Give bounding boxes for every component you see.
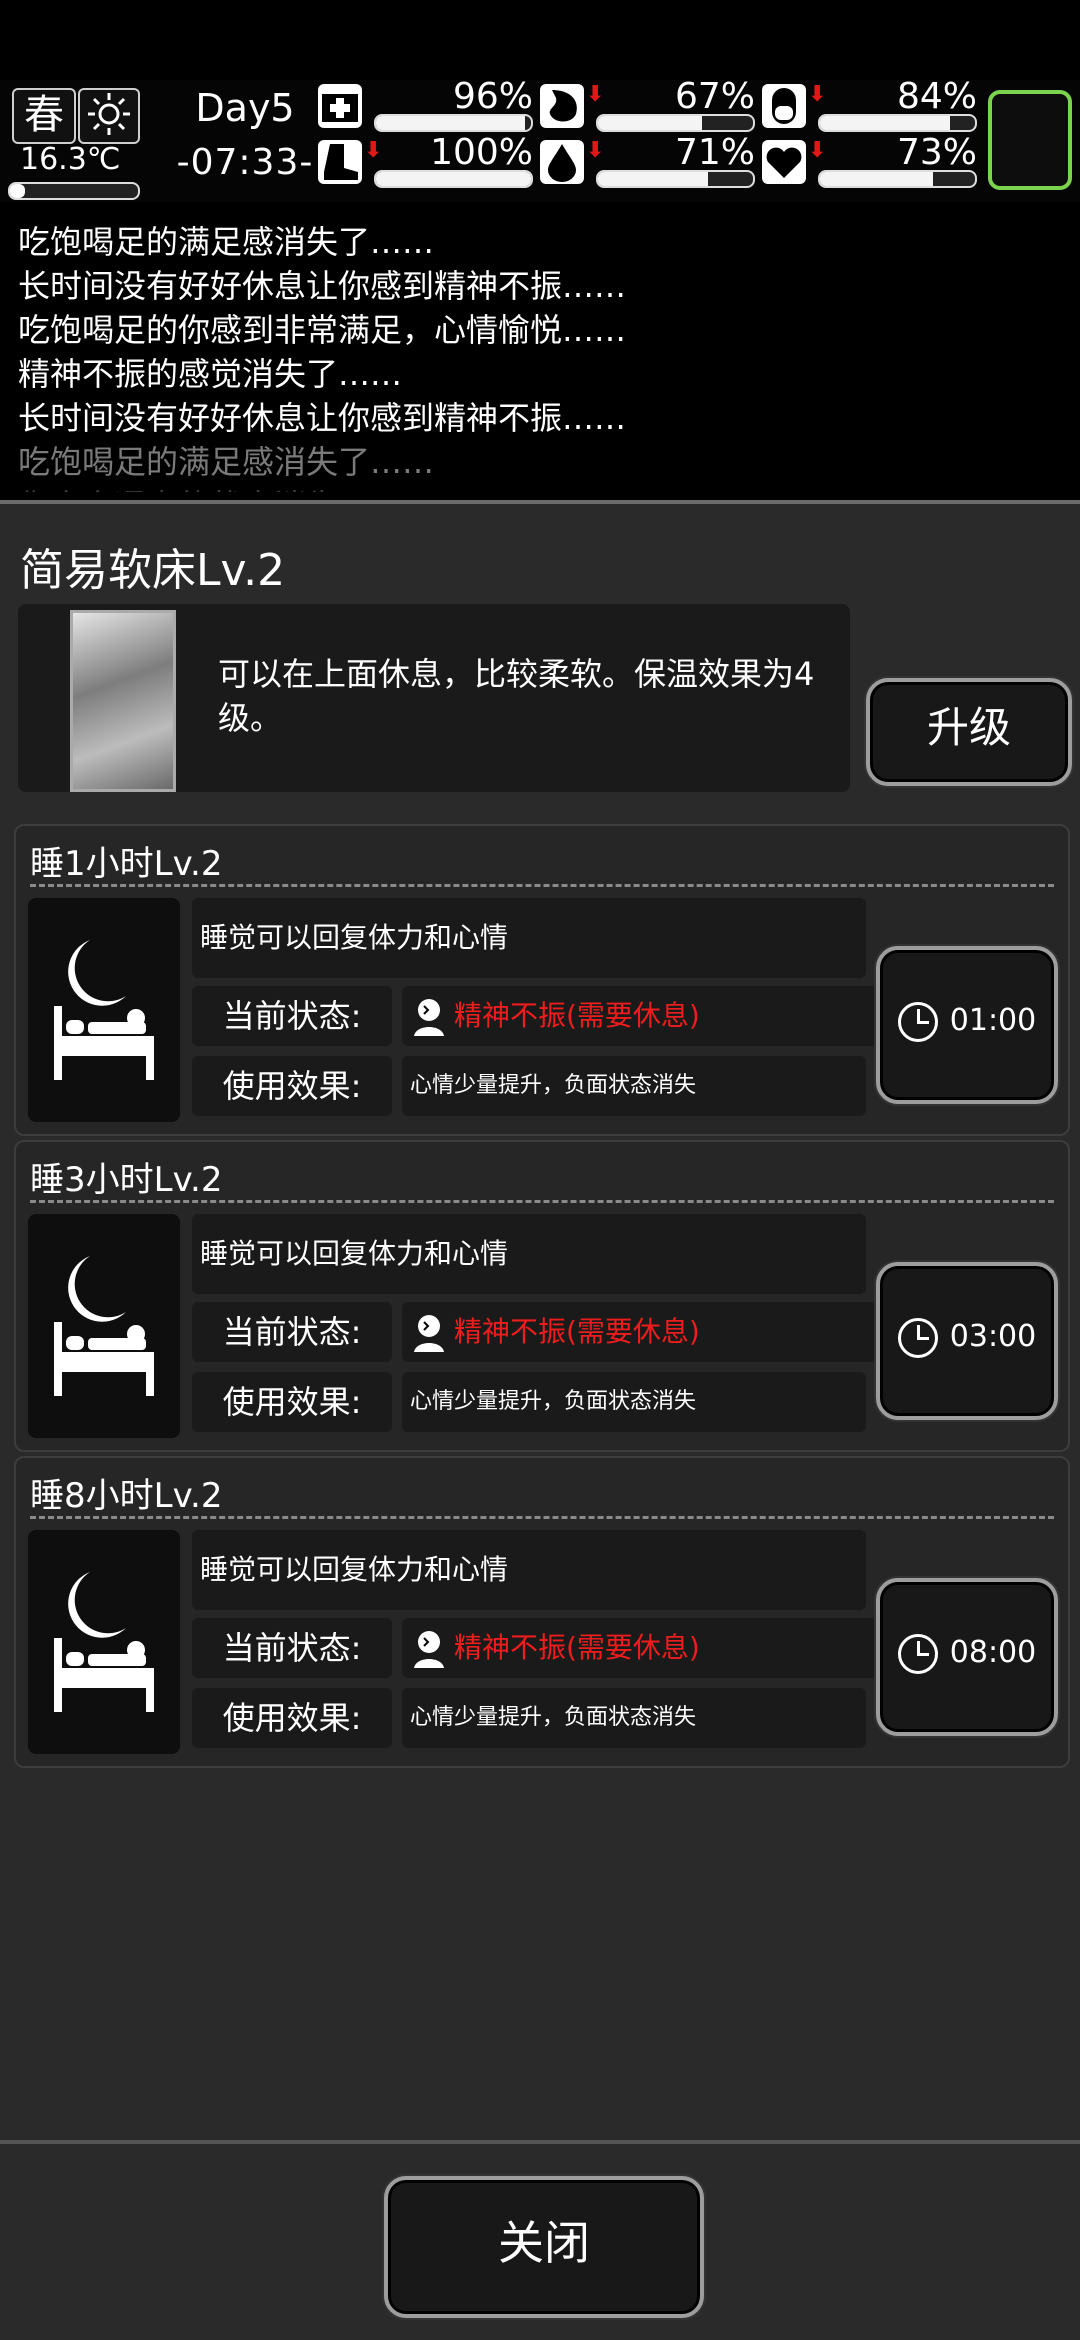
stat-mood: ⬇ 73% <box>762 132 977 190</box>
effect-label: 使用效果: <box>192 1372 392 1432</box>
falling-arrow-icon: ⬇ <box>364 138 383 163</box>
pill-icon <box>762 84 806 128</box>
state-text: 精神不振(需要休息) <box>454 1315 700 1348</box>
state-label: 当前状态: <box>192 1302 392 1362</box>
log-line: 你全身通泰的状态消失了 <box>18 484 1062 492</box>
sleep-bed-icon <box>28 898 180 1122</box>
option-title: 睡1小时Lv.2 <box>30 844 223 884</box>
effect-value: 心情少量提升，负面状态消失 <box>402 1372 866 1432</box>
state-value: 精神不振(需要休息) <box>402 986 910 1046</box>
bed-image <box>70 610 176 792</box>
sleep-8h-button[interactable]: 08:00 <box>876 1578 1058 1736</box>
stat-percent: 67% <box>674 76 755 117</box>
falling-arrow-icon: ⬇ <box>586 138 605 163</box>
clock-icon <box>897 1633 938 1674</box>
game-clock: -07:33- <box>176 142 314 183</box>
thermometer-bar <box>8 182 140 200</box>
medkit-icon <box>318 84 362 128</box>
state-label: 当前状态: <box>192 986 392 1046</box>
log-line: 长时间没有好好休息让你感到精神不振…… <box>18 399 627 437</box>
sleep-3h-button[interactable]: 03:00 <box>876 1262 1058 1420</box>
effect-label: 使用效果: <box>192 1056 392 1116</box>
item-description: 可以在上面休息，比较柔软。保温效果为4级。 <box>218 655 815 737</box>
sleep-duration: 01:00 <box>949 1003 1037 1038</box>
heart-icon <box>762 140 806 184</box>
state-value: 精神不振(需要休息) <box>402 1302 910 1362</box>
stat-percent: 84% <box>896 76 977 117</box>
water-drop-icon <box>540 140 584 184</box>
option-description: 睡觉可以回复体力和心情 <box>192 1530 866 1610</box>
stat-health: 96% <box>318 76 533 134</box>
state-text: 精神不振(需要休息) <box>454 1631 700 1664</box>
stat-thirst: ⬇ 71% <box>540 132 755 190</box>
option-title: 睡8小时Lv.2 <box>30 1476 223 1516</box>
sleep-option-1h: 睡1小时Lv.2 睡觉可以回复体力和心情 当前状态: 精神不振(需要休息) 使用… <box>14 824 1070 1136</box>
stat-percent: 71% <box>674 132 755 173</box>
temperature-text: 16.3℃ <box>20 142 121 177</box>
close-button[interactable]: 关闭 <box>384 2176 704 2318</box>
stat-hunger: ⬇ 67% <box>540 76 755 134</box>
effect-value: 心情少量提升，负面状态消失 <box>402 1056 866 1116</box>
effect-value: 心情少量提升，负面状态消失 <box>402 1688 866 1748</box>
state-label: 当前状态: <box>192 1618 392 1678</box>
stat-percent: 100% <box>430 132 533 173</box>
sleep-option-3h: 睡3小时Lv.2 睡觉可以回复体力和心情 当前状态: 精神不振(需要休息) 使用… <box>14 1140 1070 1452</box>
option-description: 睡觉可以回复体力和心情 <box>192 898 866 978</box>
bed-panel: 简易软床Lv.2 可以在上面休息，比较柔软。保温效果为4级。 升级 睡1小时Lv… <box>0 500 1080 2140</box>
falling-arrow-icon: ⬇ <box>808 82 827 107</box>
message-log[interactable]: 吃饱喝足的满足感消失了…… 长时间没有好好休息让你感到精神不振…… 吃饱喝足的你… <box>0 210 1080 492</box>
tired-head-icon <box>414 1315 444 1352</box>
log-line: 吃饱喝足的满足感消失了…… <box>18 443 435 481</box>
divider <box>30 1516 1054 1519</box>
clock-icon <box>897 1317 938 1358</box>
stat-pill: ⬇ 84% <box>762 76 977 134</box>
stat-percent: 73% <box>896 132 977 173</box>
bottom-bar: 关闭 <box>0 2140 1080 2340</box>
sleep-bed-icon <box>28 1530 180 1754</box>
falling-arrow-icon: ⬇ <box>808 138 827 163</box>
option-title: 睡3小时Lv.2 <box>30 1160 223 1200</box>
log-line: 吃饱喝足的满足感消失了…… <box>18 223 435 261</box>
sun-icon <box>78 88 140 144</box>
falling-arrow-icon: ⬇ <box>586 82 605 107</box>
divider <box>30 884 1054 887</box>
tired-head-icon <box>414 1631 444 1668</box>
state-value: 精神不振(需要休息) <box>402 1618 910 1678</box>
status-bar: 春 16.3℃ Day5 -07:33- 96% ⬇ 67% ⬇ 84% ⬇ 1… <box>0 76 1080 202</box>
sleep-duration: 08:00 <box>949 1635 1037 1670</box>
item-title: 简易软床Lv.2 <box>20 545 286 596</box>
item-info-box: 可以在上面休息，比较柔软。保温效果为4级。 <box>18 604 850 792</box>
sleep-bed-icon <box>28 1214 180 1438</box>
effect-label: 使用效果: <box>192 1688 392 1748</box>
sleep-duration: 03:00 <box>949 1319 1037 1354</box>
sleep-1h-button[interactable]: 01:00 <box>876 946 1058 1104</box>
tired-head-icon <box>414 999 444 1036</box>
day-counter: Day5 <box>195 86 295 130</box>
state-text: 精神不振(需要休息) <box>454 999 700 1032</box>
season-badge: 春 <box>12 88 76 144</box>
option-description: 睡觉可以回复体力和心情 <box>192 1214 866 1294</box>
log-line: 长时间没有好好休息让你感到精神不振…… <box>18 267 627 305</box>
boot-icon <box>318 140 362 184</box>
stat-percent: 96% <box>452 76 533 117</box>
log-line: 吃饱喝足的你感到非常满足，心情愉悦…… <box>18 311 627 349</box>
sleep-option-8h: 睡8小时Lv.2 睡觉可以回复体力和心情 当前状态: 精神不振(需要休息) 使用… <box>14 1456 1070 1768</box>
stomach-icon <box>540 84 584 128</box>
backpack-slot-button[interactable] <box>988 90 1072 190</box>
stat-stamina: ⬇ 100% <box>318 132 533 190</box>
upgrade-button[interactable]: 升级 <box>866 678 1072 786</box>
divider <box>30 1200 1054 1203</box>
clock-icon <box>897 1001 938 1042</box>
log-line: 精神不振的感觉消失了…… <box>18 355 403 393</box>
